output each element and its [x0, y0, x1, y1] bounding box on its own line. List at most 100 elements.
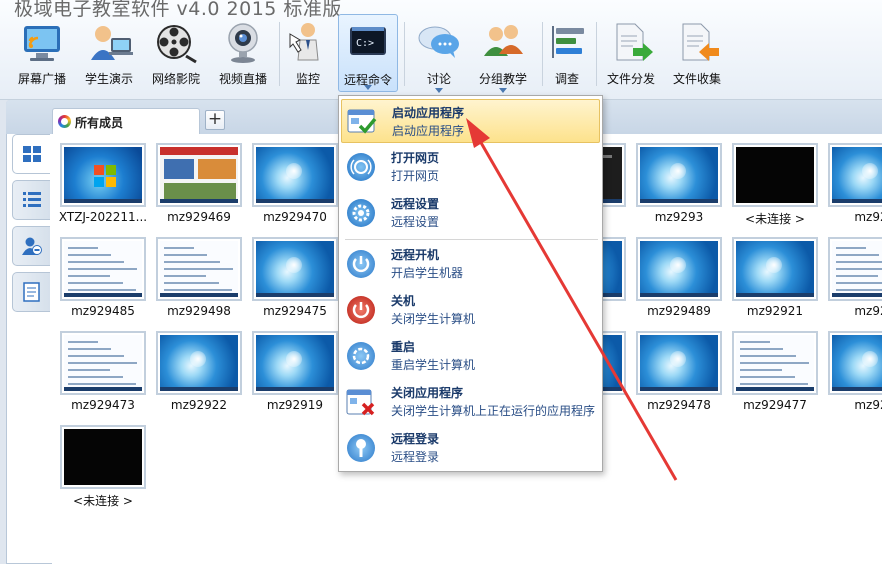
member-thumbnail[interactable] — [156, 143, 242, 207]
screen-preview — [160, 147, 238, 203]
menu-item-desc: 关闭学生计算机上正在运行的应用程序 — [391, 404, 596, 418]
grid-icon — [23, 146, 41, 162]
member-name: <未连接 > — [73, 494, 133, 508]
chevron-down-icon — [435, 88, 443, 93]
chevron-down-icon — [364, 85, 372, 90]
toolbar-discussion-button[interactable]: 讨论 — [408, 14, 470, 94]
restart-icon — [345, 340, 377, 372]
member-name: mz929475 — [263, 304, 327, 318]
menu-item-remote-settings[interactable]: 远程设置 远程设置 — [341, 191, 600, 235]
screen-preview — [640, 147, 718, 203]
view-thumbnail-tab[interactable] — [12, 134, 50, 174]
chevron-down-icon — [499, 88, 507, 93]
menu-item-title: 重启 — [391, 340, 416, 354]
toolbar-label: 视频直播 — [218, 72, 267, 86]
toolbar-label: 文件收集 — [672, 72, 721, 86]
member-name: mz929473 — [71, 398, 135, 412]
member-thumbnail[interactable] — [732, 143, 818, 207]
menu-item-remote-login[interactable]: 远程登录 远程登录 — [341, 426, 600, 470]
list-icon — [23, 192, 41, 207]
member-thumbnail[interactable] — [60, 237, 146, 301]
menu-item-title: 远程开机 — [391, 248, 440, 262]
toolbar-separator — [404, 22, 405, 86]
toolbar-separator — [596, 22, 597, 86]
member-thumbnail[interactable] — [156, 331, 242, 395]
member-thumbnail[interactable] — [828, 143, 882, 207]
screen-preview — [160, 241, 238, 297]
toolbar-network-video-button[interactable]: 网络影院 — [144, 14, 208, 94]
member-name: XTZJ-202211... — [58, 210, 148, 224]
menu-item-shutdown[interactable]: 关机 关闭学生计算机 — [341, 288, 600, 332]
file-collect-icon — [673, 20, 721, 66]
screen-preview — [256, 147, 334, 203]
member-thumbnail[interactable] — [60, 143, 146, 207]
toolbar-label: 分组教学 — [478, 72, 527, 86]
toolbar-file-distribute-button[interactable]: 文件分发 — [600, 14, 662, 94]
remote-login-icon — [345, 432, 377, 464]
toolbar-separator — [279, 22, 280, 86]
member-thumbnail[interactable] — [252, 143, 338, 207]
member-thumbnail[interactable] — [636, 143, 722, 207]
toolbar-label: 学生演示 — [84, 72, 133, 86]
file-distribute-icon — [607, 20, 655, 66]
toolbar-group-teaching-button[interactable]: 分组教学 — [474, 14, 532, 94]
screen-preview — [64, 241, 142, 297]
open-webpage-icon — [345, 151, 377, 183]
power-on-icon — [345, 248, 377, 280]
screen-preview — [640, 335, 718, 391]
menu-item-restart[interactable]: 重启 重启学生计算机 — [341, 334, 600, 378]
toolbar-student-demo-button[interactable]: 学生演示 — [78, 14, 140, 94]
member-thumbnail[interactable] — [60, 425, 146, 489]
member-name: mz92 — [854, 304, 882, 318]
menu-item-desc: 远程登录 — [391, 450, 440, 464]
toolbar-monitor-button[interactable]: 监控 — [284, 14, 332, 94]
screen-preview — [64, 147, 142, 203]
screen-preview — [256, 335, 334, 391]
monitor-person-icon — [284, 20, 332, 66]
view-user-tab[interactable] — [12, 226, 50, 266]
member-name: mz929478 — [647, 398, 711, 412]
chat-bubble-icon — [415, 20, 463, 66]
menu-item-power-on[interactable]: 远程开机 开启学生机器 — [341, 242, 600, 286]
screen-preview — [64, 429, 142, 485]
screen-preview — [64, 335, 142, 391]
toolbar-survey-button[interactable]: 调查 — [546, 14, 588, 94]
screen-preview — [832, 241, 882, 297]
menu-item-desc: 重启学生计算机 — [391, 358, 476, 372]
member-thumbnail[interactable] — [828, 237, 882, 301]
view-document-tab[interactable] — [12, 272, 50, 312]
tab-all-members[interactable]: 所有成员 — [52, 108, 200, 134]
member-thumbnail[interactable] — [732, 331, 818, 395]
webcam-icon — [219, 20, 267, 66]
menu-item-title: 远程登录 — [391, 432, 440, 446]
member-thumbnail[interactable] — [156, 237, 242, 301]
member-thumbnail[interactable] — [252, 237, 338, 301]
add-tab-button[interactable]: + — [205, 110, 225, 130]
view-list-tab[interactable] — [12, 180, 50, 220]
menu-item-launch-app[interactable]: 启动应用程序 启动应用程序 — [341, 99, 600, 143]
menu-item-title: 关闭应用程序 — [391, 386, 464, 400]
toolbar-label: 屏幕广播 — [17, 72, 66, 86]
color-ring-icon — [58, 115, 71, 128]
menu-item-open-webpage[interactable]: 打开网页 打开网页 — [341, 145, 600, 189]
member-thumbnail[interactable] — [732, 237, 818, 301]
toolbar-label: 文件分发 — [606, 72, 655, 86]
toolbar-video-live-button[interactable]: 视频直播 — [212, 14, 274, 94]
toolbar-remote-command-button[interactable]: C:> 远程命令 — [338, 14, 398, 92]
menu-item-title: 关机 — [391, 294, 416, 308]
member-thumbnail[interactable] — [60, 331, 146, 395]
member-thumbnail[interactable] — [828, 331, 882, 395]
command-prompt-icon: C:> — [344, 21, 392, 67]
menu-item-close-app[interactable]: 关闭应用程序 关闭学生计算机上正在运行的应用程序 — [341, 380, 600, 424]
member-name: mz929469 — [167, 210, 231, 224]
member-thumbnail[interactable] — [636, 237, 722, 301]
member-thumbnail[interactable] — [636, 331, 722, 395]
menu-item-desc: 启动应用程序 — [392, 124, 465, 138]
member-name: mz9293 — [654, 210, 704, 224]
survey-bars-icon — [546, 20, 594, 66]
member-name: <未连接 > — [745, 212, 805, 226]
toolbar-file-collect-button[interactable]: 文件收集 — [666, 14, 728, 94]
member-thumbnail[interactable] — [252, 331, 338, 395]
tab-label: 所有成员 — [75, 116, 124, 130]
toolbar-screen-broadcast-button[interactable]: 屏幕广播 — [10, 14, 74, 94]
